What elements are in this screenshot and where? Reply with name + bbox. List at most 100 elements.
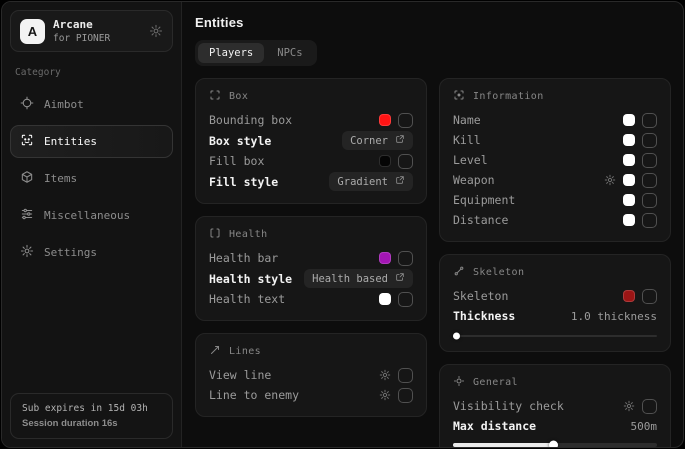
visibility-config-gear-icon[interactable] — [623, 400, 635, 412]
entity-type-tabs: Players NPCs — [195, 40, 317, 66]
info-scan-icon — [453, 89, 465, 104]
sidebar: A Arcane for PIONER Category Aimbot — [2, 2, 182, 447]
left-column: Box Bounding box Box style Corner — [195, 78, 427, 417]
package-icon — [20, 170, 34, 187]
setting-row-max-distance: Max distance 500m — [453, 416, 657, 436]
color-swatch[interactable] — [623, 114, 635, 126]
health-text-checkbox[interactable] — [398, 292, 413, 307]
category-label: Category — [15, 67, 168, 78]
target-sun-icon — [453, 375, 465, 390]
app-name: Arcane — [53, 18, 110, 31]
setting-row-view-line: View line — [209, 365, 413, 385]
health-bar-checkbox[interactable] — [398, 251, 413, 266]
sidebar-item-label: Settings — [44, 246, 97, 259]
information-panel: Information Name Kill — [439, 78, 671, 242]
sliders-icon — [20, 207, 34, 224]
color-swatch[interactable] — [379, 155, 391, 167]
skeleton-checkbox[interactable] — [642, 289, 657, 304]
corner-box-icon — [209, 89, 221, 104]
tab-npcs[interactable]: NPCs — [266, 43, 313, 63]
weapon-checkbox[interactable] — [642, 173, 657, 188]
sub-expiry-text: Sub expires in 15d 03h — [22, 403, 161, 414]
setting-row-box-style: Box style Corner — [209, 130, 413, 151]
subscription-card: Sub expires in 15d 03h Session duration … — [10, 393, 173, 439]
main-content: Entities Players NPCs Box — [182, 2, 683, 447]
level-checkbox[interactable] — [642, 153, 657, 168]
app-logo: A — [20, 19, 45, 44]
skeleton-panel: Skeleton Skeleton Thickness 1.0 thicknes… — [439, 254, 671, 352]
health-style-dropdown[interactable]: Health based — [304, 269, 413, 288]
setting-row-name: Name — [453, 110, 657, 130]
page-title: Entities — [195, 15, 671, 30]
visibility-check-checkbox[interactable] — [642, 399, 657, 414]
kill-checkbox[interactable] — [642, 133, 657, 148]
sidebar-item-miscellaneous[interactable]: Miscellaneous — [10, 199, 173, 232]
line-to-enemy-checkbox[interactable] — [398, 388, 413, 403]
crosshair-icon — [20, 96, 34, 113]
account-settings-icon[interactable] — [149, 24, 163, 38]
app-title-block: Arcane for PIONER — [53, 18, 110, 44]
setting-row-equipment: Equipment — [453, 190, 657, 210]
thickness-slider[interactable] — [453, 335, 657, 337]
setting-row-health-text: Health text — [209, 289, 413, 309]
panel-title: Health — [229, 229, 268, 240]
panel-title: General — [473, 377, 518, 388]
color-swatch[interactable] — [623, 134, 635, 146]
sidebar-item-label: Aimbot — [44, 98, 84, 111]
panel-title: Box — [229, 91, 248, 102]
entities-scan-icon — [20, 133, 34, 150]
color-swatch[interactable] — [379, 252, 391, 264]
color-swatch[interactable] — [379, 293, 391, 305]
app-header-card: A Arcane for PIONER — [10, 10, 173, 52]
sidebar-item-entities[interactable]: Entities — [10, 125, 173, 158]
setting-row-weapon: Weapon — [453, 170, 657, 190]
sidebar-item-label: Items — [44, 172, 77, 185]
bounding-box-checkbox[interactable] — [398, 113, 413, 128]
general-panel: General Visibility check — [439, 364, 671, 447]
session-duration-text: Session duration 16s — [22, 418, 161, 429]
setting-row-health-bar: Health bar — [209, 248, 413, 268]
color-swatch[interactable] — [379, 114, 391, 126]
view-line-config-gear-icon[interactable] — [379, 369, 391, 381]
setting-row-thickness: Thickness 1.0 thickness — [453, 306, 657, 326]
sidebar-item-settings[interactable]: Settings — [10, 236, 173, 269]
fill-style-dropdown[interactable]: Gradient — [329, 172, 413, 191]
lines-panel: Lines View line — [195, 333, 427, 417]
color-swatch[interactable] — [623, 174, 635, 186]
slider-thumb[interactable] — [453, 333, 460, 340]
panel-title: Information — [473, 91, 544, 102]
expand-icon — [395, 175, 405, 188]
sidebar-item-items[interactable]: Items — [10, 162, 173, 195]
thickness-value: 1.0 thickness — [571, 310, 657, 323]
color-swatch[interactable] — [623, 154, 635, 166]
line-to-enemy-config-gear-icon[interactable] — [379, 389, 391, 401]
health-panel: Health Health bar Health style Health ba… — [195, 216, 427, 321]
setting-row-kill: Kill — [453, 130, 657, 150]
view-line-checkbox[interactable] — [398, 368, 413, 383]
color-swatch[interactable] — [623, 290, 635, 302]
max-distance-value: 500m — [631, 420, 658, 433]
sidebar-item-label: Miscellaneous — [44, 209, 130, 222]
panel-title: Lines — [229, 346, 261, 357]
setting-row-distance: Distance — [453, 210, 657, 230]
fill-box-checkbox[interactable] — [398, 154, 413, 169]
max-distance-slider[interactable] — [453, 443, 657, 447]
weapon-config-gear-icon[interactable] — [604, 174, 616, 186]
sidebar-item-label: Entities — [44, 135, 97, 148]
right-column: Information Name Kill — [439, 78, 671, 447]
box-style-dropdown[interactable]: Corner — [342, 131, 413, 150]
gear-icon — [20, 244, 34, 261]
app-subtitle: for PIONER — [53, 33, 110, 44]
tab-players[interactable]: Players — [198, 43, 264, 63]
setting-row-level: Level — [453, 150, 657, 170]
equipment-checkbox[interactable] — [642, 193, 657, 208]
distance-checkbox[interactable] — [642, 213, 657, 228]
setting-row-bounding-box: Bounding box — [209, 110, 413, 130]
sidebar-item-aimbot[interactable]: Aimbot — [10, 88, 173, 121]
name-checkbox[interactable] — [642, 113, 657, 128]
color-swatch[interactable] — [623, 194, 635, 206]
setting-row-skeleton: Skeleton — [453, 286, 657, 306]
color-swatch[interactable] — [623, 214, 635, 226]
app-window: A Arcane for PIONER Category Aimbot — [1, 1, 684, 448]
slider-thumb[interactable] — [549, 441, 558, 448]
